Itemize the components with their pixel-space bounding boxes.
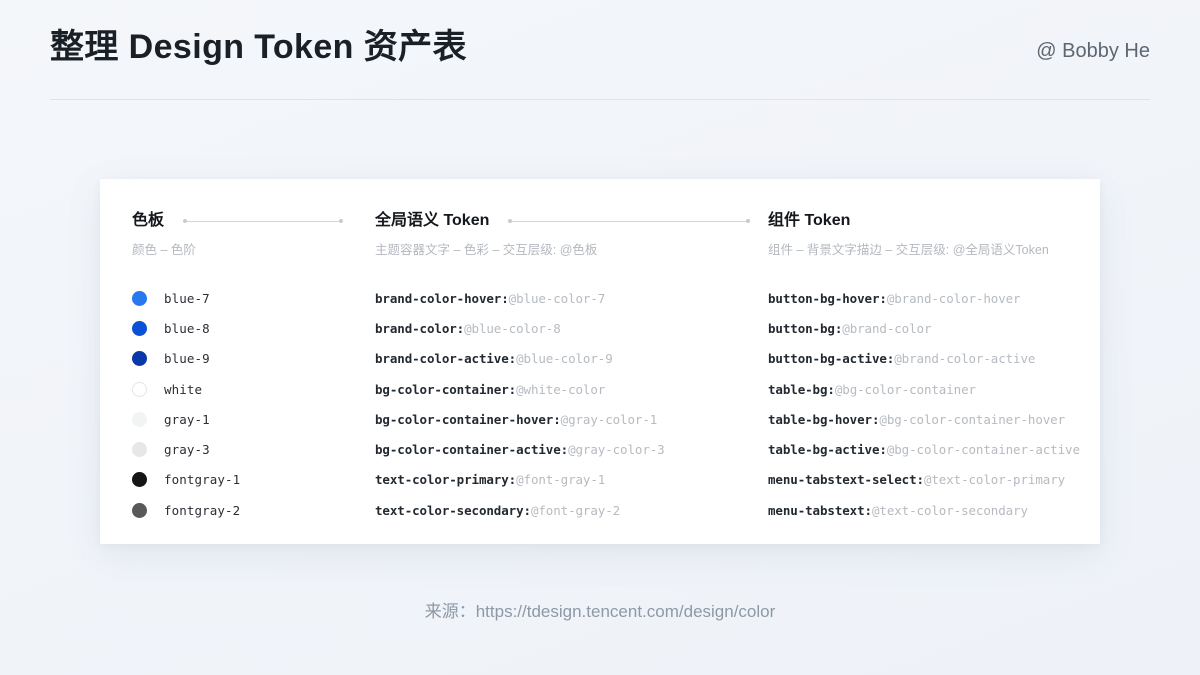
- column-palette-title: 色板: [132, 212, 165, 229]
- token-name: table-bg-hover:: [768, 411, 880, 427]
- token-reference: @font-gray-2: [530, 502, 621, 518]
- token-reference: @blue-color-8: [464, 320, 561, 336]
- token-reference: @text-color-primary: [923, 472, 1066, 488]
- color-swatch-icon: [132, 472, 147, 488]
- connector-line-1: [183, 219, 344, 223]
- palette-swatch-list: blue-7 blue-8 blue-9 white gray-1 gray-3…: [132, 283, 382, 525]
- list-item[interactable]: white: [132, 374, 382, 404]
- list-item[interactable]: menu-tabstext: @text-color-secondary: [768, 495, 1088, 525]
- token-reference: @bg-color-container: [834, 381, 976, 397]
- list-item[interactable]: fontgray-2: [132, 495, 382, 525]
- header-divider: [50, 99, 1150, 100]
- color-swatch-icon: [132, 411, 147, 427]
- token-name: text-color-secondary:: [375, 502, 531, 518]
- column-global-semantic-header: 全局语义 Token: [375, 210, 775, 232]
- column-component-title: 组件 Token: [768, 212, 851, 229]
- list-item[interactable]: fontgray-1: [132, 465, 382, 495]
- connector-line-2: [508, 219, 751, 223]
- column-global-semantic-subtitle: 主题容器文字 – 色彩 – 交互层级: @色板: [375, 243, 598, 257]
- list-item[interactable]: button-bg: @brand-color: [768, 313, 1088, 343]
- page-header: 整理 Design Token 资产表 @ Bobby He: [50, 24, 1150, 100]
- token-name: button-bg-active:: [768, 351, 895, 367]
- column-component-header: 组件 Token: [768, 210, 1088, 232]
- token-name: bg-color-container-active:: [375, 442, 569, 458]
- token-name: bg-color-container-hover:: [375, 411, 561, 427]
- column-palette: 色板 颜色 – 色阶 blue-7 blue-8 blue-9 white gr…: [132, 210, 382, 525]
- component-token-list: button-bg-hover: @brand-color-hover butt…: [768, 283, 1088, 525]
- list-item[interactable]: bg-color-container-active: @gray-color-3: [375, 434, 775, 464]
- swatch-label: gray-3: [164, 442, 210, 458]
- token-reference: @white-color: [516, 381, 606, 397]
- token-name: menu-tabstext-select:: [768, 472, 924, 488]
- column-component-subtitle: 组件 – 背景文字描边 – 交互层级: @全局语义Token: [768, 243, 1049, 257]
- color-swatch-icon: [132, 351, 147, 367]
- token-name: button-bg:: [768, 320, 843, 336]
- source-caption: 来源：https://tdesign.tencent.com/design/co…: [424, 602, 776, 621]
- list-item[interactable]: text-color-secondary: @font-gray-2: [375, 495, 775, 525]
- list-item[interactable]: bg-color-container: @white-color: [375, 374, 775, 404]
- token-name: brand-color-hover:: [375, 290, 509, 306]
- column-component: 组件 Token 组件 – 背景文字描边 – 交互层级: @全局语义Token …: [768, 210, 1088, 525]
- token-reference: @brand-color-hover: [886, 290, 1021, 306]
- token-reference: @bg-color-container-active: [886, 442, 1080, 458]
- list-item[interactable]: blue-7: [132, 283, 382, 313]
- list-item[interactable]: brand-color-active: @blue-color-9: [375, 344, 775, 374]
- color-swatch-icon: [132, 290, 147, 306]
- token-name: text-color-primary:: [375, 472, 517, 488]
- list-item[interactable]: button-bg-active: @brand-color-active: [768, 344, 1088, 374]
- author-credit: @ Bobby He: [1036, 40, 1150, 62]
- swatch-label: gray-1: [164, 411, 210, 427]
- token-reference: @brand-color-active: [894, 351, 1036, 367]
- token-reference: @brand-color: [842, 320, 932, 336]
- token-name: menu-tabstext:: [768, 502, 872, 518]
- color-swatch-icon: [132, 502, 147, 518]
- list-item[interactable]: table-bg-active: @bg-color-container-act…: [768, 434, 1088, 464]
- column-global-semantic: 全局语义 Token 主题容器文字 – 色彩 – 交互层级: @色板 brand…: [375, 210, 775, 525]
- swatch-label: fontgray-1: [164, 472, 241, 488]
- swatch-label: blue-7: [164, 290, 210, 306]
- token-columns: 色板 颜色 – 色阶 blue-7 blue-8 blue-9 white gr…: [100, 179, 1100, 544]
- swatch-label: blue-9: [164, 351, 210, 367]
- list-item[interactable]: blue-8: [132, 313, 382, 343]
- token-reference: @blue-color-7: [508, 290, 606, 306]
- token-reference: @text-color-secondary: [871, 502, 1028, 518]
- list-item[interactable]: blue-9: [132, 344, 382, 374]
- list-item[interactable]: bg-color-container-hover: @gray-color-1: [375, 404, 775, 434]
- column-palette-header: 色板: [132, 210, 382, 232]
- token-name: bg-color-container:: [375, 381, 517, 397]
- list-item[interactable]: gray-1: [132, 404, 382, 434]
- token-reference: @blue-color-9: [516, 351, 613, 367]
- swatch-label: blue-8: [164, 320, 210, 336]
- token-name: button-bg-hover:: [768, 290, 887, 306]
- column-palette-subtitle: 颜色 – 色阶: [132, 243, 196, 257]
- token-reference: @gray-color-1: [560, 411, 658, 427]
- token-name: brand-color:: [375, 320, 465, 336]
- token-name: table-bg:: [768, 381, 835, 397]
- token-reference: @bg-color-container-hover: [879, 411, 1066, 427]
- list-item[interactable]: brand-color: @blue-color-8: [375, 313, 775, 343]
- token-name: brand-color-active:: [375, 351, 517, 367]
- page-title: 整理 Design Token 资产表: [50, 28, 467, 66]
- list-item[interactable]: brand-color-hover: @blue-color-7: [375, 283, 775, 313]
- token-table-card: 色板 颜色 – 色阶 blue-7 blue-8 blue-9 white gr…: [100, 179, 1100, 544]
- list-item[interactable]: button-bg-hover: @brand-color-hover: [768, 283, 1088, 313]
- token-name: table-bg-active:: [768, 442, 887, 458]
- list-item[interactable]: table-bg: @bg-color-container: [768, 374, 1088, 404]
- swatch-label: fontgray-2: [164, 502, 241, 518]
- color-swatch-icon: [132, 381, 147, 397]
- list-item[interactable]: gray-3: [132, 434, 382, 464]
- swatch-label: white: [164, 381, 203, 397]
- color-swatch-icon: [132, 442, 147, 458]
- token-reference: @gray-color-3: [568, 442, 665, 458]
- global-semantic-token-list: brand-color-hover: @blue-color-7 brand-c…: [375, 283, 775, 525]
- token-reference: @font-gray-1: [516, 472, 606, 488]
- color-swatch-icon: [132, 320, 147, 336]
- list-item[interactable]: menu-tabstext-select: @text-color-primar…: [768, 465, 1088, 495]
- list-item[interactable]: text-color-primary: @font-gray-1: [375, 465, 775, 495]
- list-item[interactable]: table-bg-hover: @bg-color-container-hove…: [768, 404, 1088, 434]
- column-global-semantic-title: 全局语义 Token: [375, 212, 490, 229]
